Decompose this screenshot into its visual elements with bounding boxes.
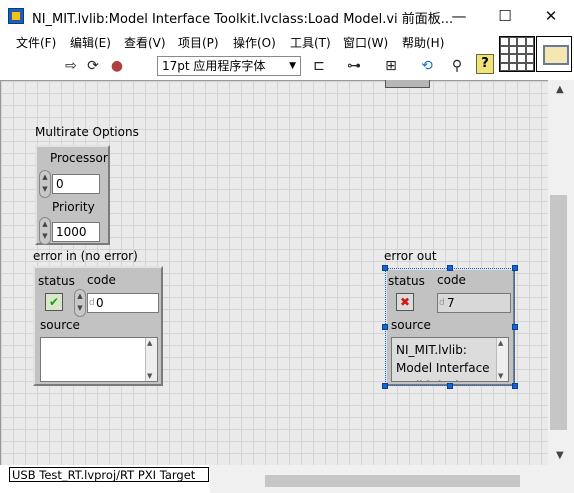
menu-tools[interactable]: 工具(T) xyxy=(290,34,331,51)
error-in-code-increment-decrement[interactable]: ▲ ▼ xyxy=(74,289,86,317)
horizontal-scrollbar[interactable] xyxy=(210,465,548,493)
distribute-objects-icon[interactable]: ⊶ xyxy=(345,57,363,75)
error-in-source-input[interactable] xyxy=(40,337,158,382)
context-help-button[interactable]: ? xyxy=(476,54,494,74)
run-continuously-icon[interactable]: ⟳ xyxy=(84,57,102,75)
labview-app-icon xyxy=(8,8,24,24)
menu-bar: 文件(F) 编辑(E) 查看(V) 项目(P) 操作(O) 工具(T) 窗口(W… xyxy=(0,32,500,52)
close-button[interactable]: ✕ xyxy=(528,0,574,32)
error-in-code-label: code xyxy=(87,273,116,287)
resize-handle-middle-right[interactable] xyxy=(512,324,518,330)
run-arrow-icon[interactable]: ⇨ xyxy=(62,57,80,75)
reorder-icon[interactable]: ⟲ xyxy=(418,57,436,75)
multirate-options-label: Multirate Options xyxy=(35,125,139,139)
error-in-code-input[interactable]: 0 xyxy=(87,293,159,313)
resize-handle-bottom-right[interactable] xyxy=(512,383,518,389)
processor-increment-decrement[interactable]: ▲ ▼ xyxy=(39,170,51,198)
connector-pane-icon[interactable] xyxy=(499,36,535,72)
error-in-label: error in (no error) xyxy=(33,249,138,263)
error-out-label: error out xyxy=(384,249,437,263)
scrollbar-corner xyxy=(548,465,574,493)
processor-label: Processor xyxy=(50,151,108,165)
error-in-status-checkmark-icon[interactable]: ✔ xyxy=(45,293,63,311)
maximize-button[interactable]: ☐ xyxy=(482,0,528,32)
vertical-scrollbar[interactable]: ▲ ▼ xyxy=(548,80,574,465)
scroll-up-arrow-icon[interactable]: ▲ xyxy=(556,84,564,95)
window-title: NI_MIT.lvlib:Model Interface Toolkit.lvc… xyxy=(32,12,454,27)
align-objects-icon[interactable]: ⊏ xyxy=(310,57,328,75)
resize-handle-middle-left[interactable] xyxy=(382,324,388,330)
font-select-value: 17pt 应用程序字体 xyxy=(162,59,266,73)
processor-numeric-input[interactable]: 0 xyxy=(52,174,100,194)
error-in-source-scrollbar[interactable]: ▲ ▼ xyxy=(145,338,157,381)
text-settings-dropdown[interactable]: 17pt 应用程序字体 ▼ xyxy=(157,56,301,76)
menu-file[interactable]: 文件(F) xyxy=(16,34,56,51)
horizontal-scroll-thumb[interactable] xyxy=(265,475,520,487)
title-bar: NI_MIT.lvlib:Model Interface Toolkit.lvc… xyxy=(0,0,574,32)
resize-handle-top-right[interactable] xyxy=(512,265,518,271)
search-icon[interactable]: ⚲ xyxy=(448,57,466,75)
partial-object xyxy=(385,80,430,88)
error-in-source-label: source xyxy=(40,318,80,332)
menu-project[interactable]: 项目(P) xyxy=(178,34,219,51)
chevron-down-icon: ▼ xyxy=(289,61,296,71)
menu-view[interactable]: 查看(V) xyxy=(124,34,166,51)
resize-handle-bottom-middle[interactable] xyxy=(447,383,453,389)
menu-help[interactable]: 帮助(H) xyxy=(402,34,444,51)
resize-handle-top-left[interactable] xyxy=(382,265,388,271)
priority-increment-decrement[interactable]: ▲ ▼ xyxy=(39,217,51,245)
target-project-indicator[interactable]: USB Test_RT.lvproj/RT PXI Target xyxy=(9,467,209,482)
error-in-code-radix: d xyxy=(89,298,95,308)
vi-icon[interactable] xyxy=(536,36,572,72)
error-in-status-label: status xyxy=(38,274,75,288)
menu-window[interactable]: 窗口(W) xyxy=(343,34,388,51)
vertical-scroll-thumb[interactable] xyxy=(550,195,567,430)
priority-label: Priority xyxy=(52,200,95,214)
toolbar: ⇨ ⟳ ● 17pt 应用程序字体 ▼ ⊏ ⊶ ⊞ ⟲ ⚲ xyxy=(0,54,500,80)
abort-execution-icon[interactable]: ● xyxy=(108,57,126,75)
resize-handle-top-middle[interactable] xyxy=(447,265,453,271)
minimize-button[interactable]: — xyxy=(436,0,482,32)
selection-marquee xyxy=(385,268,515,386)
resize-handle-bottom-left[interactable] xyxy=(382,383,388,389)
resize-objects-icon[interactable]: ⊞ xyxy=(382,57,400,75)
menu-edit[interactable]: 编辑(E) xyxy=(70,34,111,51)
scroll-down-arrow-icon[interactable]: ▼ xyxy=(556,450,564,461)
menu-operate[interactable]: 操作(O) xyxy=(233,34,276,51)
priority-numeric-input[interactable]: 1000 xyxy=(52,222,100,242)
